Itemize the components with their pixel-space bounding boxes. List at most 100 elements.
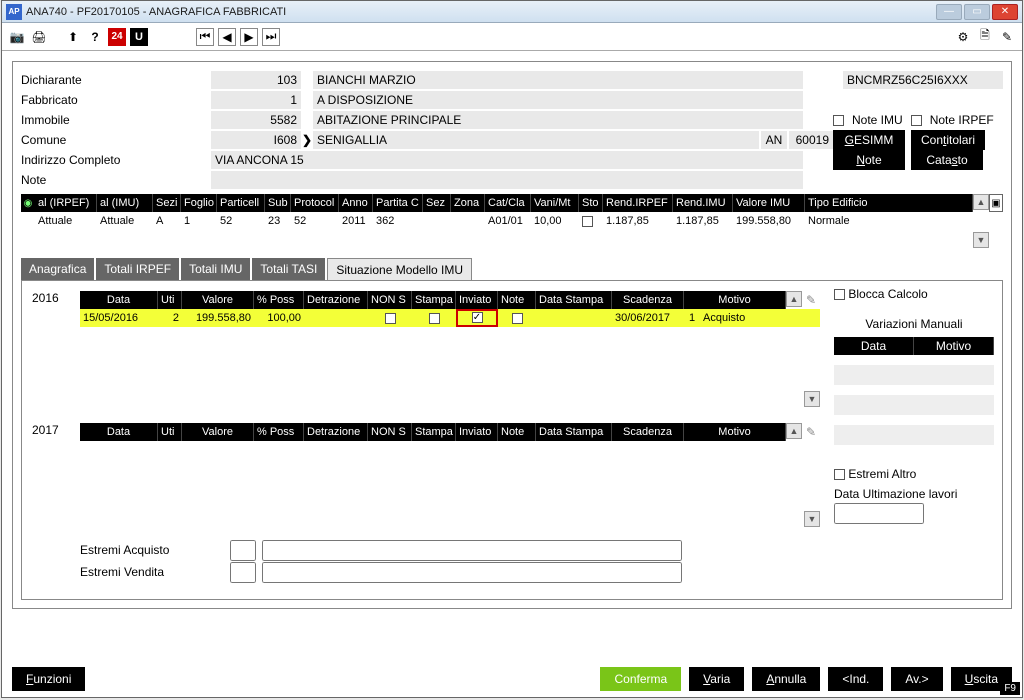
catasto-button[interactable]: Catasto	[911, 150, 983, 170]
window-close[interactable]: ✕	[992, 4, 1018, 20]
fabbricato-desc-field[interactable]	[313, 91, 803, 109]
estremi-acquisto-label: Estremi Acquisto	[80, 543, 230, 557]
side-row-3[interactable]	[834, 425, 994, 445]
side-panel: Blocca Calcolo Variazioni Manuali DataMo…	[834, 287, 994, 524]
bottom-bar: Funzioni Conferma Varia Annulla <Ind. Av…	[2, 659, 1022, 697]
upload-icon[interactable]: ⬆	[64, 28, 82, 46]
comune-code-field[interactable]	[211, 131, 301, 149]
label-fabbricato: Fabbricato	[21, 93, 211, 107]
blocca-calcolo-checkbox[interactable]	[834, 289, 845, 300]
estremi-altro-checkbox[interactable]	[834, 469, 845, 480]
year-2016-label: 2016	[32, 291, 80, 305]
window-maximize[interactable]: ▭	[964, 4, 990, 20]
grid-2017-edit-icon[interactable]: ✎	[802, 423, 820, 441]
grid-2017-header: Data Uti Valore % Poss Detrazione NON S …	[80, 423, 786, 441]
data-ultimazione-field[interactable]	[834, 503, 924, 524]
ind-button[interactable]: <Ind.	[828, 667, 883, 691]
label-note: Note	[21, 173, 211, 187]
tab-anagrafica[interactable]: Anagrafica	[21, 258, 94, 281]
tab-totali-irpef[interactable]: Totali IRPEF	[96, 258, 179, 281]
titlebar: AP ANA740 - PF20170105 - ANAGRAFICA FABB…	[2, 1, 1022, 23]
tab-situazione[interactable]: Situazione Modello IMU	[327, 258, 472, 281]
grid-2017-scroll-up[interactable]: ▲	[786, 423, 802, 439]
nons-checkbox[interactable]	[385, 313, 396, 324]
estremi-ven-desc[interactable]	[262, 562, 682, 583]
tab-totali-imu[interactable]: Totali IMU	[181, 258, 250, 281]
f9-indicator: F9	[1000, 682, 1020, 695]
window-title: ANA740 - PF20170105 - ANAGRAFICA FABBRIC…	[26, 6, 934, 18]
grid1-scroll-down[interactable]: ▼	[973, 232, 989, 248]
label-dichiarante: Dichiarante	[21, 73, 211, 87]
help-icon[interactable]: ?	[86, 28, 104, 46]
variazioni-manuali-label: Variazioni Manuali	[834, 317, 994, 331]
gesimm-button[interactable]: GGESIMMESIMM	[833, 130, 905, 150]
indirizzo-field[interactable]	[211, 151, 803, 169]
window-minimize[interactable]: —	[936, 4, 962, 20]
inviato-checkbox[interactable]: ✓	[472, 312, 483, 323]
fabbricato-code-field[interactable]	[211, 91, 301, 109]
comune-desc-field[interactable]	[313, 131, 759, 149]
conferma-button[interactable]: Conferma	[600, 667, 681, 691]
funzioni-button[interactable]: Funzioni	[12, 667, 85, 691]
side-grid-header: DataMotivo	[834, 337, 994, 355]
dichiarante-code-field[interactable]	[211, 71, 301, 89]
year-2017-label: 2017	[32, 423, 80, 437]
grid-2016-row[interactable]: 15/05/2016 2 199.558,80 100,00 ✓ 30/06/2…	[80, 309, 820, 327]
camera-icon[interactable]: 📷	[8, 28, 26, 46]
estremi-ven-code[interactable]	[230, 562, 256, 583]
grid1-scroll-up[interactable]: ▲	[973, 194, 989, 210]
side-row-2[interactable]	[834, 395, 994, 415]
grid-2016-scroll-up[interactable]: ▲	[786, 291, 802, 307]
num24-icon[interactable]: 24	[108, 28, 126, 46]
side-row-1[interactable]	[834, 365, 994, 385]
comune-lookup-icon[interactable]: ❯	[301, 133, 313, 147]
contitolari-button[interactable]: Contitolari	[911, 130, 985, 150]
note-button[interactable]: Note	[833, 150, 905, 170]
grid-row-marker-icon: ◉	[21, 194, 35, 212]
grid-2016-header: Data Uti Valore % Poss Detrazione NON S …	[80, 291, 786, 309]
av-button[interactable]: Av.>	[891, 667, 942, 691]
document-icon[interactable]: 🗎	[976, 28, 994, 46]
estremi-acq-code[interactable]	[230, 540, 256, 561]
nav-next-icon[interactable]: ▶	[240, 28, 258, 46]
cap-field[interactable]	[789, 131, 833, 149]
annulla-button[interactable]: Annulla	[752, 667, 820, 691]
app-icon: AP	[6, 4, 22, 20]
nav-first-icon[interactable]: ⏮	[196, 28, 214, 46]
data-ultimazione-label: Data Ultimazione lavori	[834, 487, 994, 501]
u-icon[interactable]: U	[130, 28, 148, 46]
tab-totali-tasi[interactable]: Totali TASI	[252, 258, 325, 281]
edit-icon[interactable]: ✎	[998, 28, 1016, 46]
dichiarante-desc-field[interactable]	[313, 71, 803, 89]
note-irpef-label: Note IRPEF	[930, 113, 994, 127]
print-icon[interactable]: 🖨	[30, 28, 48, 46]
grid-2016-scroll-down[interactable]: ▼	[804, 391, 820, 407]
settings-icon[interactable]: ⚙	[954, 28, 972, 46]
nav-prev-icon[interactable]: ◀	[218, 28, 236, 46]
estremi-acq-desc[interactable]	[262, 540, 682, 561]
blocca-calcolo-label: Blocca Calcolo	[848, 287, 927, 301]
grid1-expand-icon[interactable]: ▣	[989, 194, 1003, 212]
cf-field[interactable]	[843, 71, 1003, 89]
toolbar: 📷 🖨 ⬆ ? 24 U ⏮ ◀ ▶ ⏭ ⚙ 🗎 ✎	[2, 23, 1022, 51]
immobile-code-field[interactable]	[211, 111, 301, 129]
estremi-vendita-label: Estremi Vendita	[80, 565, 230, 579]
note-imu-label: Note IMU	[852, 113, 903, 127]
sto-checkbox[interactable]	[582, 216, 593, 227]
stampa-checkbox[interactable]	[429, 313, 440, 324]
nav-last-icon[interactable]: ⏭	[262, 28, 280, 46]
grid-2017-scroll-down[interactable]: ▼	[804, 511, 820, 527]
grid1-header: al (IRPEF) al (IMU) Sezi Foglio Particel…	[35, 194, 973, 212]
note-field[interactable]	[211, 171, 803, 189]
label-indirizzo: Indirizzo Completo	[21, 153, 211, 167]
varia-button[interactable]: Varia	[689, 667, 744, 691]
grid-2016-edit-icon[interactable]: ✎	[802, 291, 820, 309]
main-panel: Dichiarante Fabbricato Immobile	[12, 61, 1012, 609]
tab-panel-situazione: 2016 Data Uti Valore % Poss Detrazione N…	[21, 280, 1003, 600]
immobile-desc-field[interactable]	[313, 111, 803, 129]
note-imu-checkbox[interactable]	[833, 115, 844, 126]
prov-field[interactable]	[761, 131, 787, 149]
grid1-row[interactable]: Attuale Attuale A 1 52 23 52 2011 362 A0…	[35, 212, 975, 230]
note-checkbox[interactable]	[512, 313, 523, 324]
note-irpef-checkbox[interactable]	[911, 115, 922, 126]
